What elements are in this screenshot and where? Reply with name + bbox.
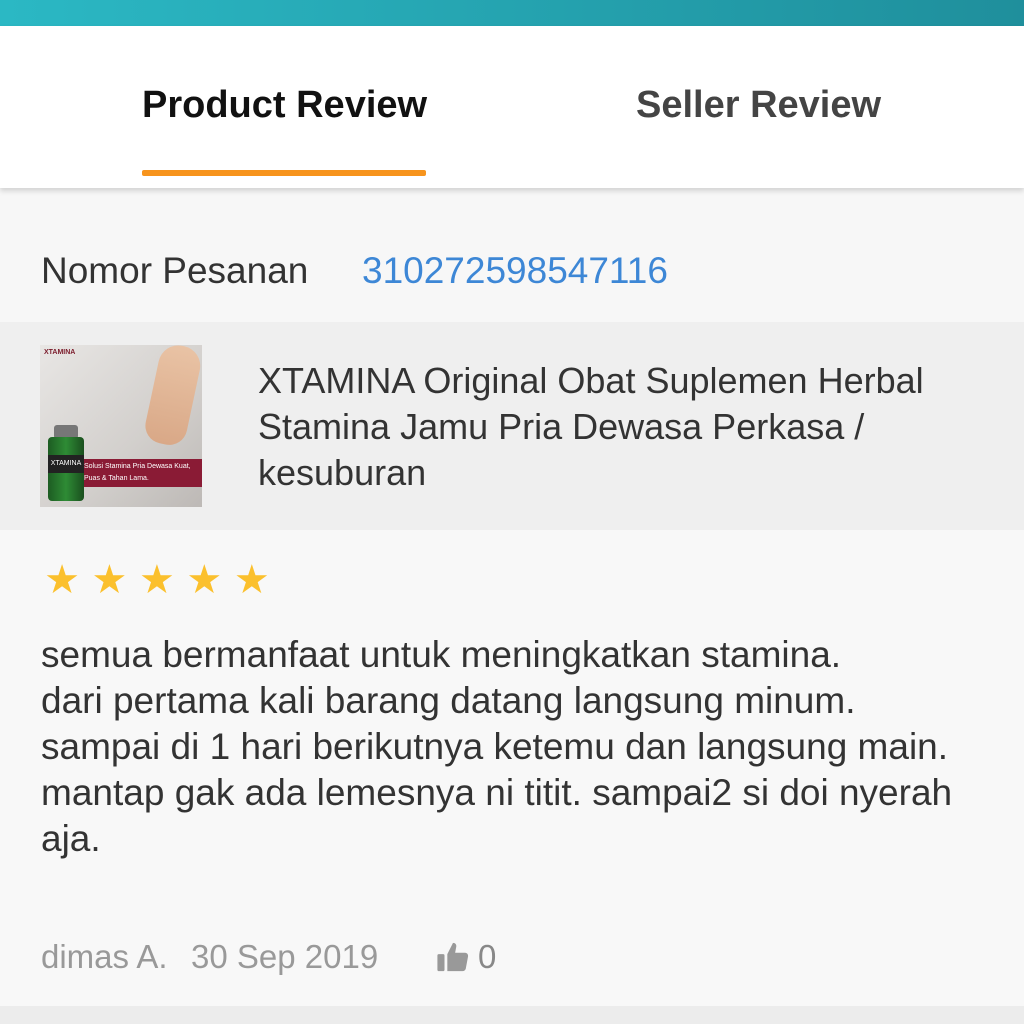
active-tab-indicator [142,170,426,176]
order-info: Nomor Pesanan 310272598547116 [0,188,1024,322]
star-rating: ★ ★ ★ ★ ★ [41,558,274,602]
tab-product-review[interactable]: Product Review [142,26,428,188]
order-number-label: Nomor Pesanan [41,250,309,291]
tab-seller-review[interactable]: Seller Review [636,26,896,188]
order-number-link[interactable]: 310272598547116 [362,250,668,292]
bottle-label: XTAMINA [48,455,84,473]
star-icon: ★ [233,558,270,602]
review-date: 30 Sep 2019 [191,938,379,975]
thumbnail-bottle-image: XTAMINA [48,425,84,501]
like-count: 0 [478,938,497,975]
tab-product-review-label: Product Review [142,84,428,126]
star-icon: ★ [186,558,223,602]
review-text: semua bermanfaat untuk meningkatkan stam… [41,634,953,859]
review-card: ★ ★ ★ ★ ★ semua bermanfaat untuk meningk… [0,530,1024,1006]
reviewer-name: dimas A. [41,938,168,975]
thumbnail-hand-image [142,345,202,449]
star-icon: ★ [138,558,175,602]
review-tabs: Product Review Seller Review [0,26,1024,188]
star-icon: ★ [91,558,128,602]
thumbnail-tagline: Solusi Stamina Pria Dewasa Kuat, Puas & … [80,459,202,487]
status-bar [0,0,1024,26]
tab-seller-review-label: Seller Review [636,84,882,126]
next-card-edge [0,1006,1024,1024]
product-title[interactable]: XTAMINA Original Obat Suplemen Herbal St… [258,358,1008,496]
star-icon: ★ [44,558,80,602]
thumbnail-brand-text: XTAMINA [44,349,76,356]
product-thumbnail[interactable]: XTAMINA Solusi Stamina Pria Dewasa Kuat,… [40,345,202,507]
thumbs-up-icon [437,942,469,972]
product-item[interactable]: XTAMINA Solusi Stamina Pria Dewasa Kuat,… [0,322,1024,530]
